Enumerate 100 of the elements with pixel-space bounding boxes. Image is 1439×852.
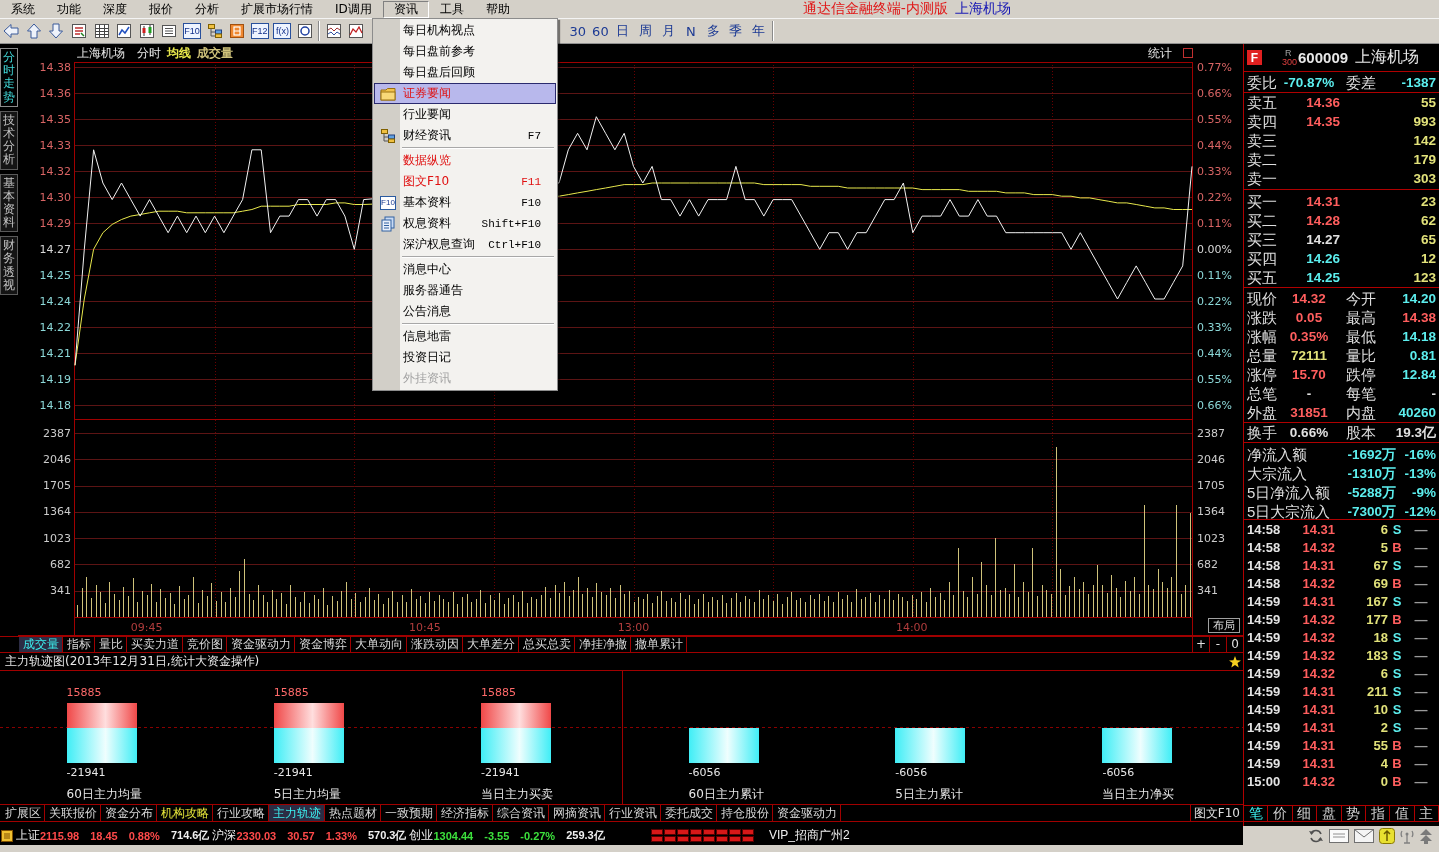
toolbar-button[interactable]: f(x)	[273, 23, 292, 39]
star-icon[interactable]	[1229, 655, 1241, 668]
indicator-tab[interactable]: 量比	[95, 637, 127, 652]
quote-tab[interactable]: 笔	[1244, 806, 1269, 821]
menu-item[interactable]: 资讯	[382, 0, 429, 18]
indicator-tab[interactable]: 大单差分	[463, 637, 519, 652]
flag-badge[interactable]: F	[1247, 50, 1262, 65]
candlestick-icon[interactable]	[138, 23, 155, 39]
wave-chart-icon[interactable]	[325, 23, 342, 39]
menu-item[interactable]: 系统	[0, 0, 46, 18]
indicator-tab[interactable]: 净挂净撤	[575, 637, 631, 652]
line-chart-icon[interactable]	[116, 23, 133, 39]
zoom-control[interactable]: +	[1192, 637, 1209, 652]
tree-icon[interactable]	[206, 23, 223, 39]
menu-item[interactable]: 帮助	[474, 0, 521, 18]
area-tab[interactable]: 网摘资讯	[549, 805, 605, 821]
menu-item[interactable]: 图文F10 F11	[374, 171, 556, 192]
menu-item[interactable]: 每日盘后回顾	[374, 62, 556, 83]
area-tab[interactable]: 委托成交	[661, 805, 717, 821]
menu-item[interactable]: 深度	[92, 0, 138, 18]
table-icon[interactable]	[93, 23, 110, 39]
area-tab[interactable]: 关联报价	[45, 805, 101, 821]
period-option[interactable]: 60	[589, 23, 612, 39]
double-up-arrow-icon[interactable]	[1419, 827, 1433, 844]
menu-item[interactable]: ID调用	[324, 0, 383, 18]
menu-item[interactable]: 投资日记	[374, 347, 556, 368]
period-option[interactable]: 30	[566, 23, 590, 39]
menu-item[interactable]: 公告消息	[374, 301, 556, 322]
refresh-icon[interactable]	[1308, 827, 1324, 844]
quote-tab[interactable]: 值	[1390, 806, 1415, 821]
square-icon[interactable]	[1183, 48, 1193, 58]
left-arrow-icon[interactable]	[3, 23, 20, 39]
quote-tab[interactable]: 细	[1292, 806, 1318, 821]
period-option[interactable]: 多	[702, 22, 725, 40]
keyboard-icon[interactable]	[1329, 828, 1349, 843]
quote-tab[interactable]: 盘	[1317, 806, 1342, 821]
area-tab[interactable]: 持仓股份	[717, 805, 773, 821]
area-tab[interactable]: 主力轨迹	[269, 805, 325, 821]
indicator-tab[interactable]: 买卖力道	[127, 637, 183, 652]
period-option[interactable]: N	[679, 23, 703, 39]
menu-item[interactable]: 每日机构视点	[374, 20, 556, 41]
down-arrow-icon[interactable]	[48, 23, 65, 39]
toolbar-button[interactable]: F10	[183, 23, 202, 39]
area-tab[interactable]: 一致预期	[381, 805, 437, 821]
side-tab[interactable]: 分时走势	[0, 48, 18, 107]
area-tab[interactable]: 资金驱动力	[773, 805, 841, 821]
quote-tab[interactable]: 价	[1268, 806, 1293, 821]
menu-item[interactable]: 深沪权息查询 Ctrl+F10	[374, 234, 556, 255]
zigzag-chart-icon[interactable]	[348, 23, 365, 39]
area-tab[interactable]: 综合资讯	[493, 805, 549, 821]
menu-item[interactable]: 服务器通告	[374, 280, 556, 301]
zoom-control[interactable]: -	[1209, 637, 1226, 652]
list-icon[interactable]	[161, 23, 178, 39]
indicator-tab[interactable]: 指标	[63, 637, 95, 652]
period-option[interactable]: 季	[724, 22, 748, 40]
toolbar-button[interactable]: F12	[250, 23, 269, 39]
indicator-tab[interactable]: 涨跌动因	[407, 637, 463, 652]
period-option[interactable]: 周	[634, 22, 657, 40]
menu-item[interactable]: 消息中心	[374, 259, 556, 280]
quote-tab[interactable]: 主	[1414, 806, 1439, 821]
side-tab[interactable]: 基本资料	[0, 173, 18, 233]
area-tab[interactable]: 机构攻略	[157, 805, 213, 821]
menu-item[interactable]: 报价	[138, 0, 184, 18]
menu-item[interactable]: 每日盘前参考	[374, 41, 556, 62]
menu-item[interactable]: 功能	[46, 0, 92, 18]
indicator-tab[interactable]: 大单动向	[351, 637, 407, 652]
menu-item[interactable]: 扩展市场行情	[230, 0, 324, 18]
mail-icon[interactable]	[1354, 828, 1374, 843]
menu-item[interactable]: 权息资料 Shift+F10	[374, 213, 556, 234]
app-icon[interactable]	[1, 829, 13, 842]
menu-item[interactable]: 信息地雷	[374, 326, 556, 347]
statistics-label[interactable]: 统计	[1148, 44, 1172, 62]
area-tab[interactable]: 行业资讯	[605, 805, 661, 821]
area-tab[interactable]: 经济指标	[437, 805, 493, 821]
side-tab[interactable]: 财务透视	[0, 236, 18, 295]
menu-item[interactable]: 工具	[428, 0, 475, 18]
period-option[interactable]: 年	[747, 22, 770, 40]
layout-button[interactable]: 布局	[1208, 618, 1240, 633]
coin-icon[interactable]	[1379, 827, 1395, 844]
area-tab[interactable]: 扩展区	[1, 805, 45, 821]
report-icon[interactable]	[71, 23, 88, 39]
menu-item[interactable]: 分析	[184, 0, 230, 18]
document-icon[interactable]	[229, 23, 246, 39]
area-tab[interactable]: 热点题材	[325, 805, 381, 821]
menu-item[interactable]: 行业要闻	[374, 104, 556, 125]
indicator-tab[interactable]: 资金博弈	[295, 637, 351, 652]
menu-item[interactable]: 财经资讯 F7	[374, 125, 556, 146]
indicator-tab[interactable]: 竞价图	[183, 637, 227, 652]
quote-tab[interactable]: 势	[1341, 806, 1366, 821]
quote-tab[interactable]: 指	[1365, 806, 1391, 821]
indicator-tab[interactable]: 撤单累计	[631, 637, 687, 652]
menu-item[interactable]: 数据纵览	[374, 150, 556, 171]
circle-icon[interactable]	[297, 23, 313, 39]
up-arrow-icon[interactable]	[25, 23, 42, 39]
period-option[interactable]: 日	[611, 22, 635, 40]
indicator-tab[interactable]: 资金驱动力	[227, 637, 295, 652]
area-tab[interactable]: 资金分布	[101, 805, 157, 821]
indicator-tab[interactable]: 总买总卖	[519, 637, 575, 652]
menu-item[interactable]: F10 基本资料 F10	[374, 192, 556, 213]
period-option[interactable]: 月	[656, 22, 680, 40]
